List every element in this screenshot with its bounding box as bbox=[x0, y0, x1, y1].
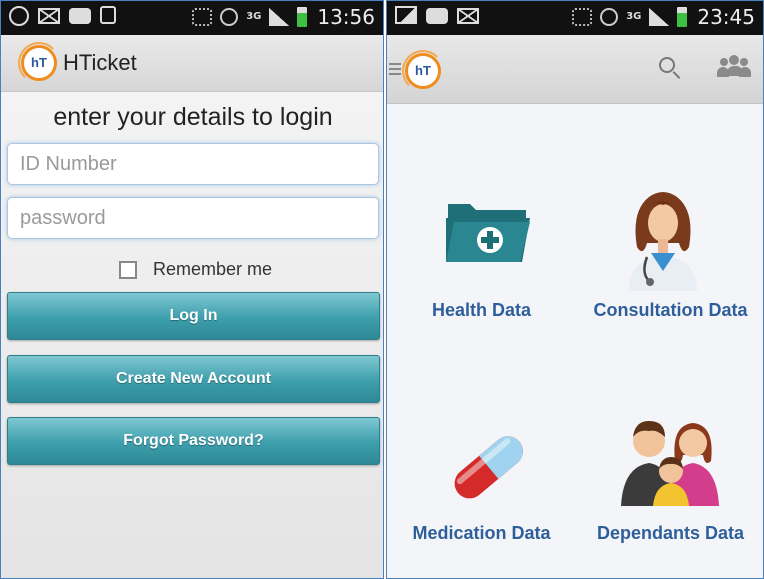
doctor-icon bbox=[629, 192, 697, 291]
app-logo-icon[interactable]: hT bbox=[18, 42, 60, 84]
menu-item-label: Consultation Data bbox=[593, 300, 748, 320]
whatsapp-icon bbox=[9, 6, 29, 26]
menu-icon[interactable] bbox=[389, 63, 401, 75]
image-icon bbox=[395, 6, 417, 24]
create-account-button[interactable]: Create New Account bbox=[7, 355, 380, 403]
login-button[interactable]: Log In bbox=[7, 292, 380, 340]
mute-icon bbox=[572, 8, 593, 26]
menu-item-label: Health Data bbox=[431, 300, 532, 320]
dashboard-screen: 3G 23:45 hT Health Data Consultation Dat… bbox=[386, 0, 764, 579]
action-bar: hT HTicket bbox=[1, 35, 383, 92]
mail-icon bbox=[457, 8, 479, 24]
battery-icon bbox=[297, 7, 308, 27]
status-bar: 3G 13:56 bbox=[1, 1, 383, 35]
alarm-icon bbox=[600, 8, 619, 26]
signal-icon bbox=[649, 8, 670, 26]
logo-text: hT bbox=[415, 63, 431, 78]
menu-item-label: Medication Data bbox=[412, 523, 551, 543]
login-screen: 3G 13:56 hT HTicket enter your details t… bbox=[0, 0, 384, 579]
bbm-icon bbox=[426, 8, 448, 24]
folder-plus-icon bbox=[446, 204, 530, 262]
app-logo-icon[interactable]: hT bbox=[402, 50, 444, 92]
menu-item-label: Dependants Data bbox=[596, 523, 745, 543]
action-bar: hT bbox=[387, 35, 763, 104]
remember-me-checkbox[interactable] bbox=[119, 260, 137, 279]
signal-icon bbox=[269, 8, 290, 26]
id-number-input[interactable] bbox=[7, 143, 379, 185]
lock-icon bbox=[100, 6, 116, 24]
status-bar: 3G 23:45 bbox=[387, 1, 763, 35]
status-time: 13:56 bbox=[317, 5, 375, 29]
battery-icon bbox=[677, 7, 688, 27]
forgot-password-button[interactable]: Forgot Password? bbox=[7, 417, 380, 465]
mute-icon bbox=[192, 8, 213, 26]
pill-icon bbox=[454, 436, 523, 499]
alarm-icon bbox=[220, 8, 239, 26]
logo-text: hT bbox=[31, 55, 47, 70]
family-icon bbox=[621, 421, 719, 506]
status-time: 23:45 bbox=[697, 5, 755, 29]
people-icon[interactable] bbox=[717, 55, 751, 81]
network-type: 3G bbox=[626, 11, 642, 22]
network-type: 3G bbox=[246, 11, 262, 22]
search-icon[interactable] bbox=[659, 57, 675, 73]
mail-icon bbox=[38, 8, 60, 24]
password-input[interactable] bbox=[7, 197, 379, 239]
remember-me-row[interactable]: Remember me bbox=[119, 259, 272, 280]
remember-me-label: Remember me bbox=[153, 259, 273, 279]
bbm-icon bbox=[69, 8, 91, 24]
login-heading: enter your details to login bbox=[53, 103, 333, 131]
app-title: HTicket bbox=[63, 50, 137, 75]
